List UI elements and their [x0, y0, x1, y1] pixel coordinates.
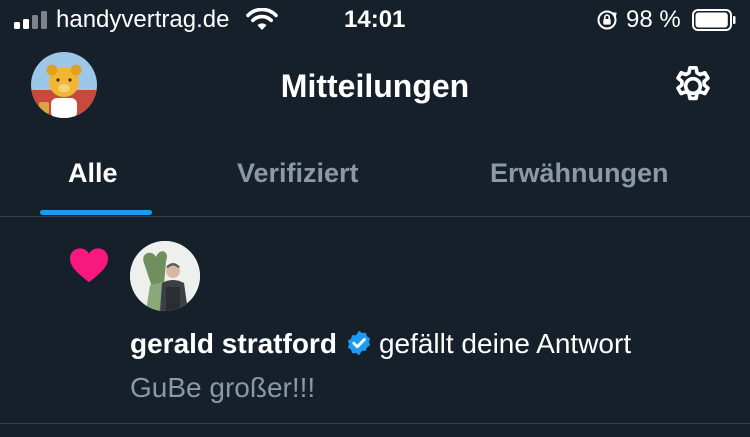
notification-item[interactable]: [0, 217, 750, 424]
heart-icon: [70, 248, 108, 283]
status-bar: handyvertrag.de 14:01 98 %: [0, 0, 750, 44]
status-time: 14:01: [344, 6, 406, 33]
tab-alle[interactable]: Alle: [68, 154, 118, 192]
notification-title: gerald stratford gefällt deine Antwort: [130, 326, 631, 362]
user-avatar[interactable]: [130, 241, 200, 311]
liked-reply-text: GuBe großer!!!: [130, 372, 316, 403]
page-title: Mitteilungen: [280, 68, 470, 104]
notification-action: gefällt deine Antwort: [378, 328, 632, 359]
tab-erwaehnungen[interactable]: Erwähnungen: [490, 154, 669, 192]
rotation-lock-icon: [597, 10, 617, 30]
wifi-icon: [246, 8, 278, 30]
user-name[interactable]: gerald stratford: [130, 328, 337, 359]
carrier-name: handyvertrag.de: [56, 6, 230, 33]
verified-badge-icon: [347, 330, 371, 356]
tab-verifiziert[interactable]: Verifiziert: [237, 154, 359, 192]
gear-icon[interactable]: [670, 63, 716, 109]
active-tab-indicator: [40, 210, 152, 215]
battery-percent: 98 %: [626, 6, 681, 33]
battery-icon: [692, 9, 736, 31]
signal-icon: [14, 11, 48, 29]
